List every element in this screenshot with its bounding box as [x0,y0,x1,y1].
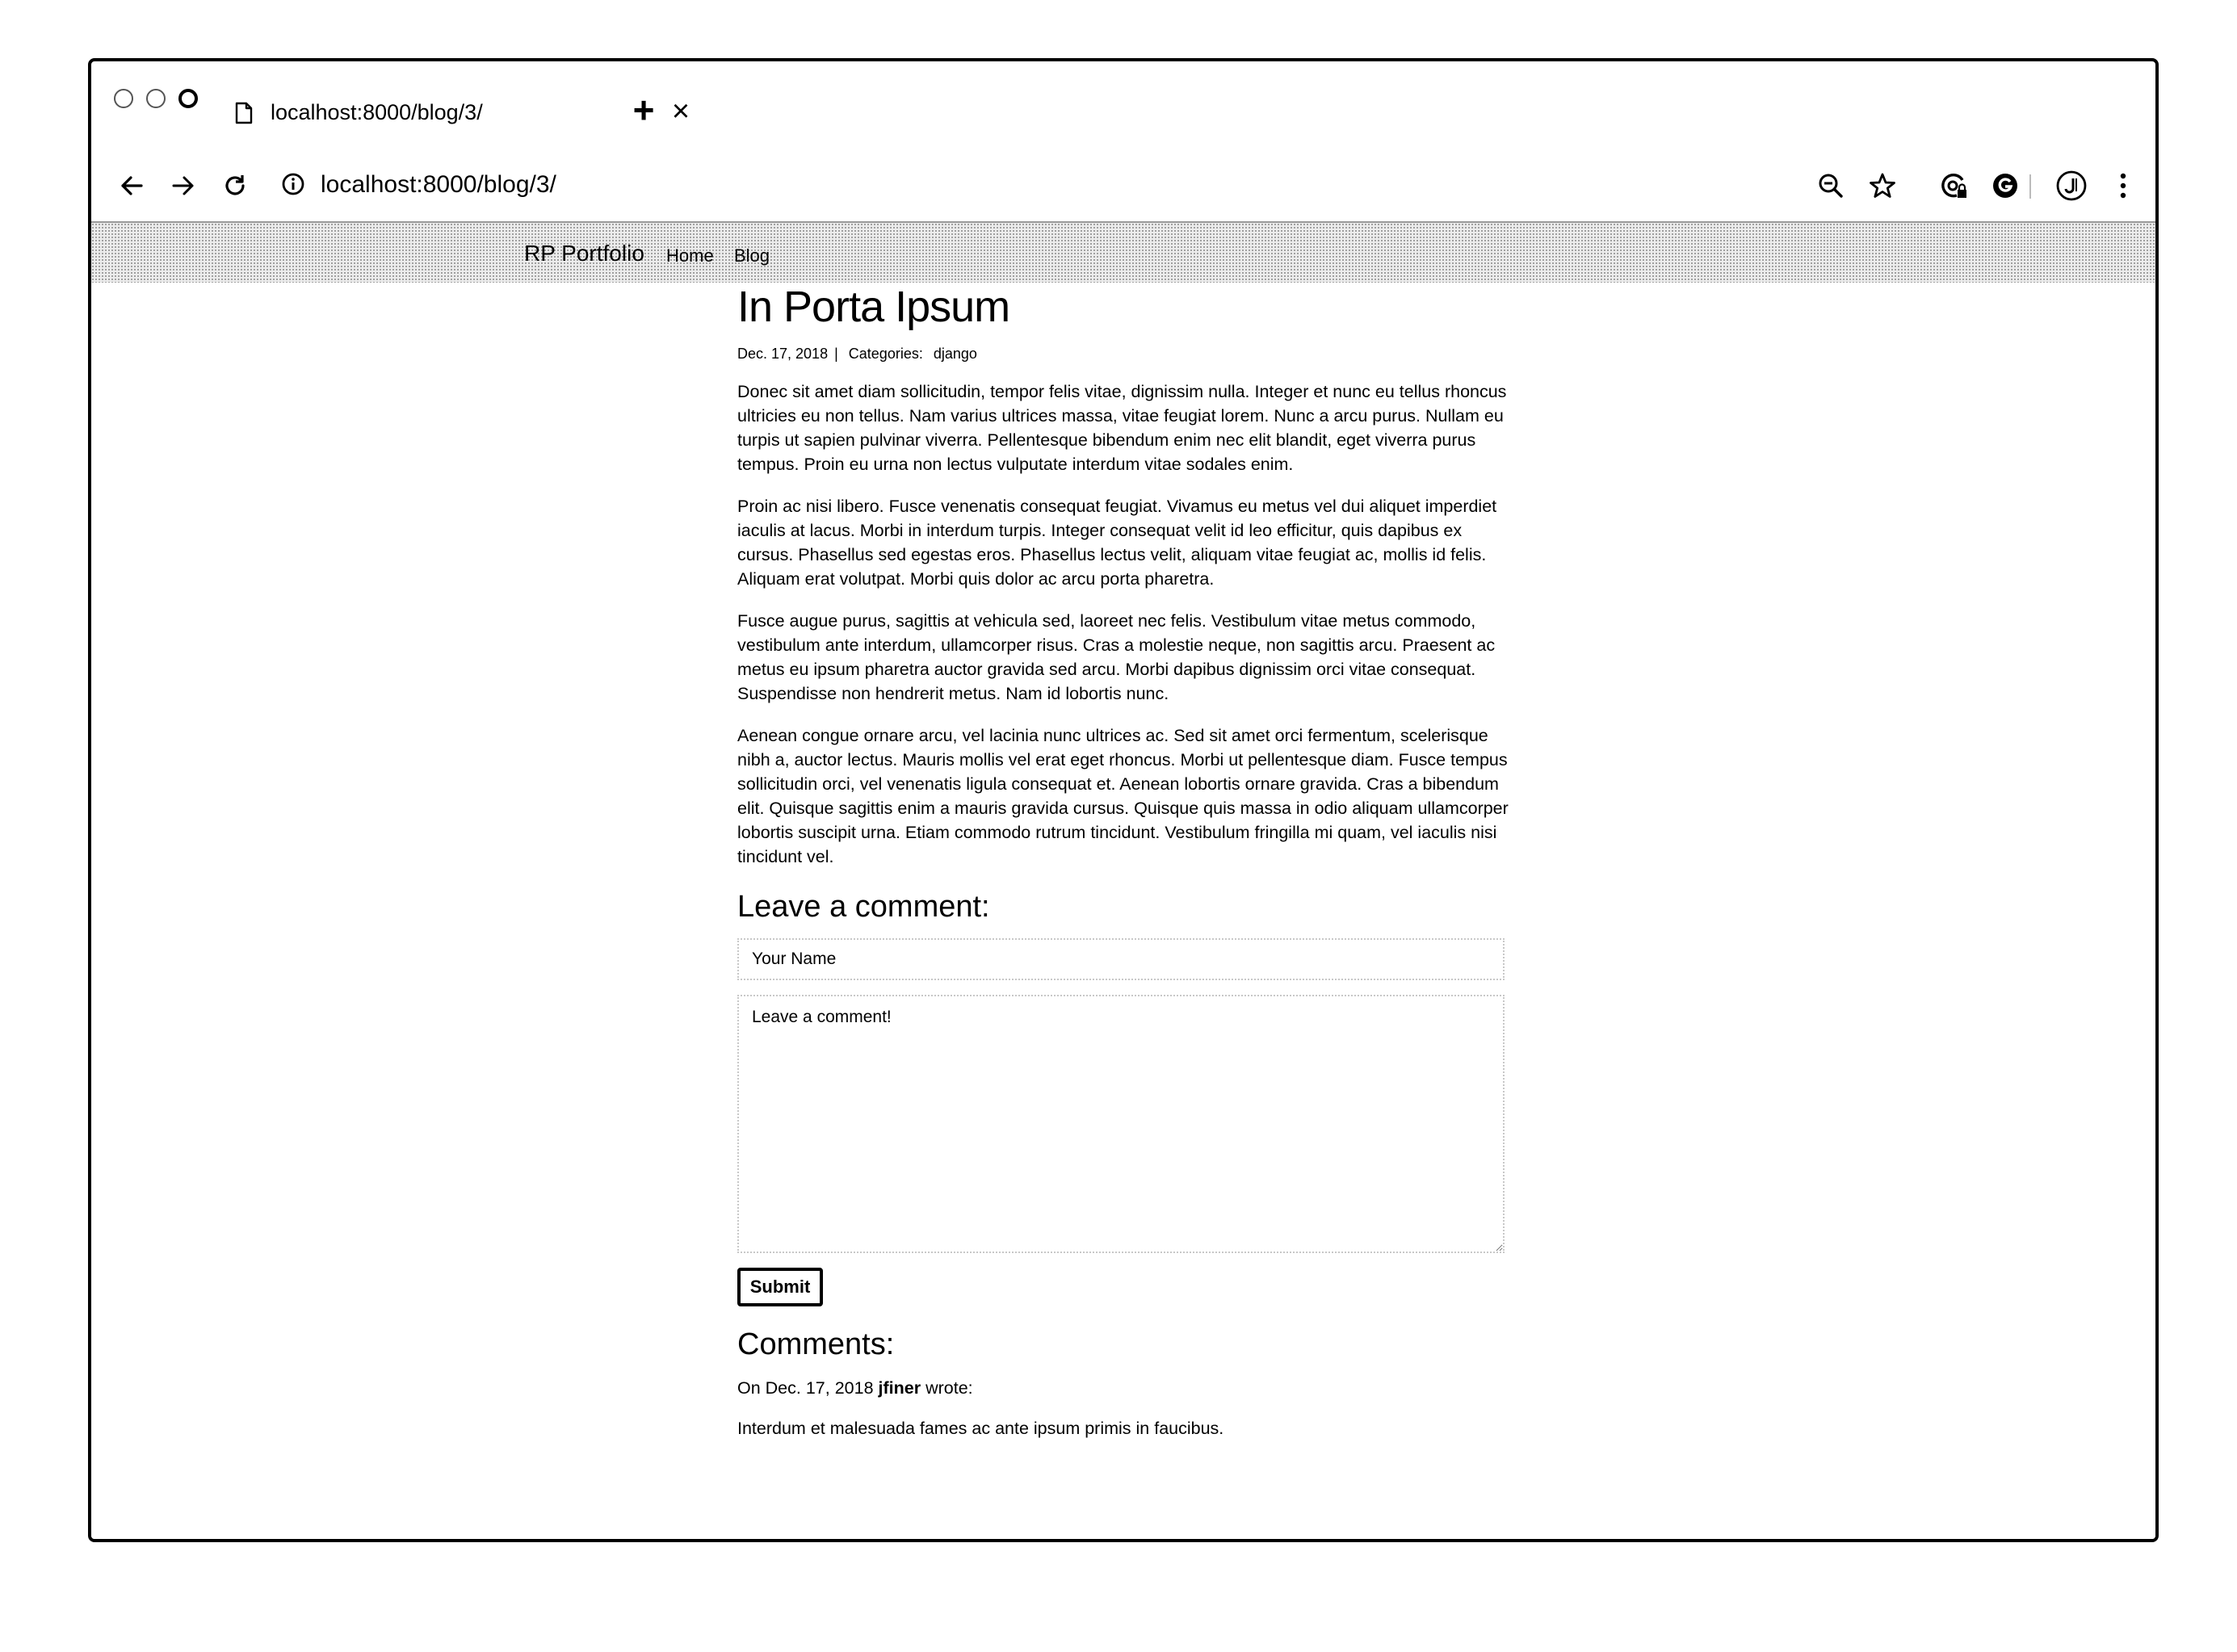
comment-date: On Dec. 17, 2018 [737,1378,874,1398]
post-date: Dec. 17, 2018 [737,346,829,362]
tab-strip: localhost:8000/blog/3/ × + [91,61,2155,150]
address-url: localhost:8000/blog/3/ [321,171,556,198]
comment-author: jfiner [878,1378,921,1398]
window-maximize-control[interactable] [178,89,198,108]
kebab-menu-icon[interactable] [2104,166,2143,205]
window-minimize-control[interactable] [146,89,166,108]
info-icon[interactable] [280,171,306,201]
window-close-control[interactable] [114,89,133,108]
zoom-out-icon[interactable] [1811,166,1850,205]
post-title: In Porta Ipsum [737,283,1010,331]
navbar-brand[interactable]: RP Portfolio [524,241,644,266]
nav-link-blog[interactable]: Blog [734,245,770,266]
submit-button[interactable]: Submit [737,1268,823,1306]
page-viewport: RP Portfolio Home Blog In Porta Ipsum De… [91,221,2155,1539]
star-icon[interactable] [1863,166,1902,205]
comment-textarea[interactable] [737,995,1505,1253]
site-navbar: RP Portfolio Home Blog [91,221,2155,283]
extension-g-icon[interactable] [1986,166,2025,205]
reload-icon[interactable] [216,166,254,205]
categories-label: Categories: [848,346,923,362]
browser-toolbar: localhost:8000/blog/3/ [91,150,2155,221]
post-paragraph: Fusce augue purus, sagittis at vehicula … [737,611,1496,703]
tab-title: localhost:8000/blog/3/ [271,100,483,124]
post-paragraph: Donec sit amet diam sollicitudin, tempor… [737,382,1507,474]
comment-meta: On Dec. 17, 2018 jfiner wrote: [737,1376,1513,1400]
name-input[interactable] [737,938,1505,980]
meta-separator: | [834,346,838,362]
back-arrow-icon[interactable] [112,166,151,205]
comment-wrote: wrote: [925,1378,973,1398]
extension-lock-icon[interactable] [1934,166,1973,205]
browser-window: localhost:8000/blog/3/ × + localhost:800… [88,58,2159,1542]
comment-form-heading: Leave a comment: [737,890,990,924]
tab-close-button[interactable]: × [663,94,699,129]
post-paragraph: Proin ac nisi libero. Fusce venenatis co… [737,497,1497,589]
comment-body: Interdum et malesuada fames ac ante ipsu… [737,1419,1224,1438]
toolbar-separator [2029,174,2031,199]
forward-arrow-icon[interactable] [164,166,203,205]
address-bar[interactable]: localhost:8000/blog/3/ [280,161,1249,210]
comments-heading: Comments: [737,1327,895,1361]
post-paragraph: Aenean congue ornare arcu, vel lacinia n… [737,726,1509,866]
post-content: In Porta Ipsum Dec. 17, 2018 | Categories… [737,278,1513,1440]
profile-avatar-icon[interactable] [2052,166,2091,205]
new-tab-button[interactable]: + [626,91,661,128]
post-meta: Dec. 17, 2018 | Categories: django [737,344,1513,363]
category-link[interactable]: django [934,346,977,362]
document-icon [235,102,253,128]
nav-link-home[interactable]: Home [666,245,714,266]
